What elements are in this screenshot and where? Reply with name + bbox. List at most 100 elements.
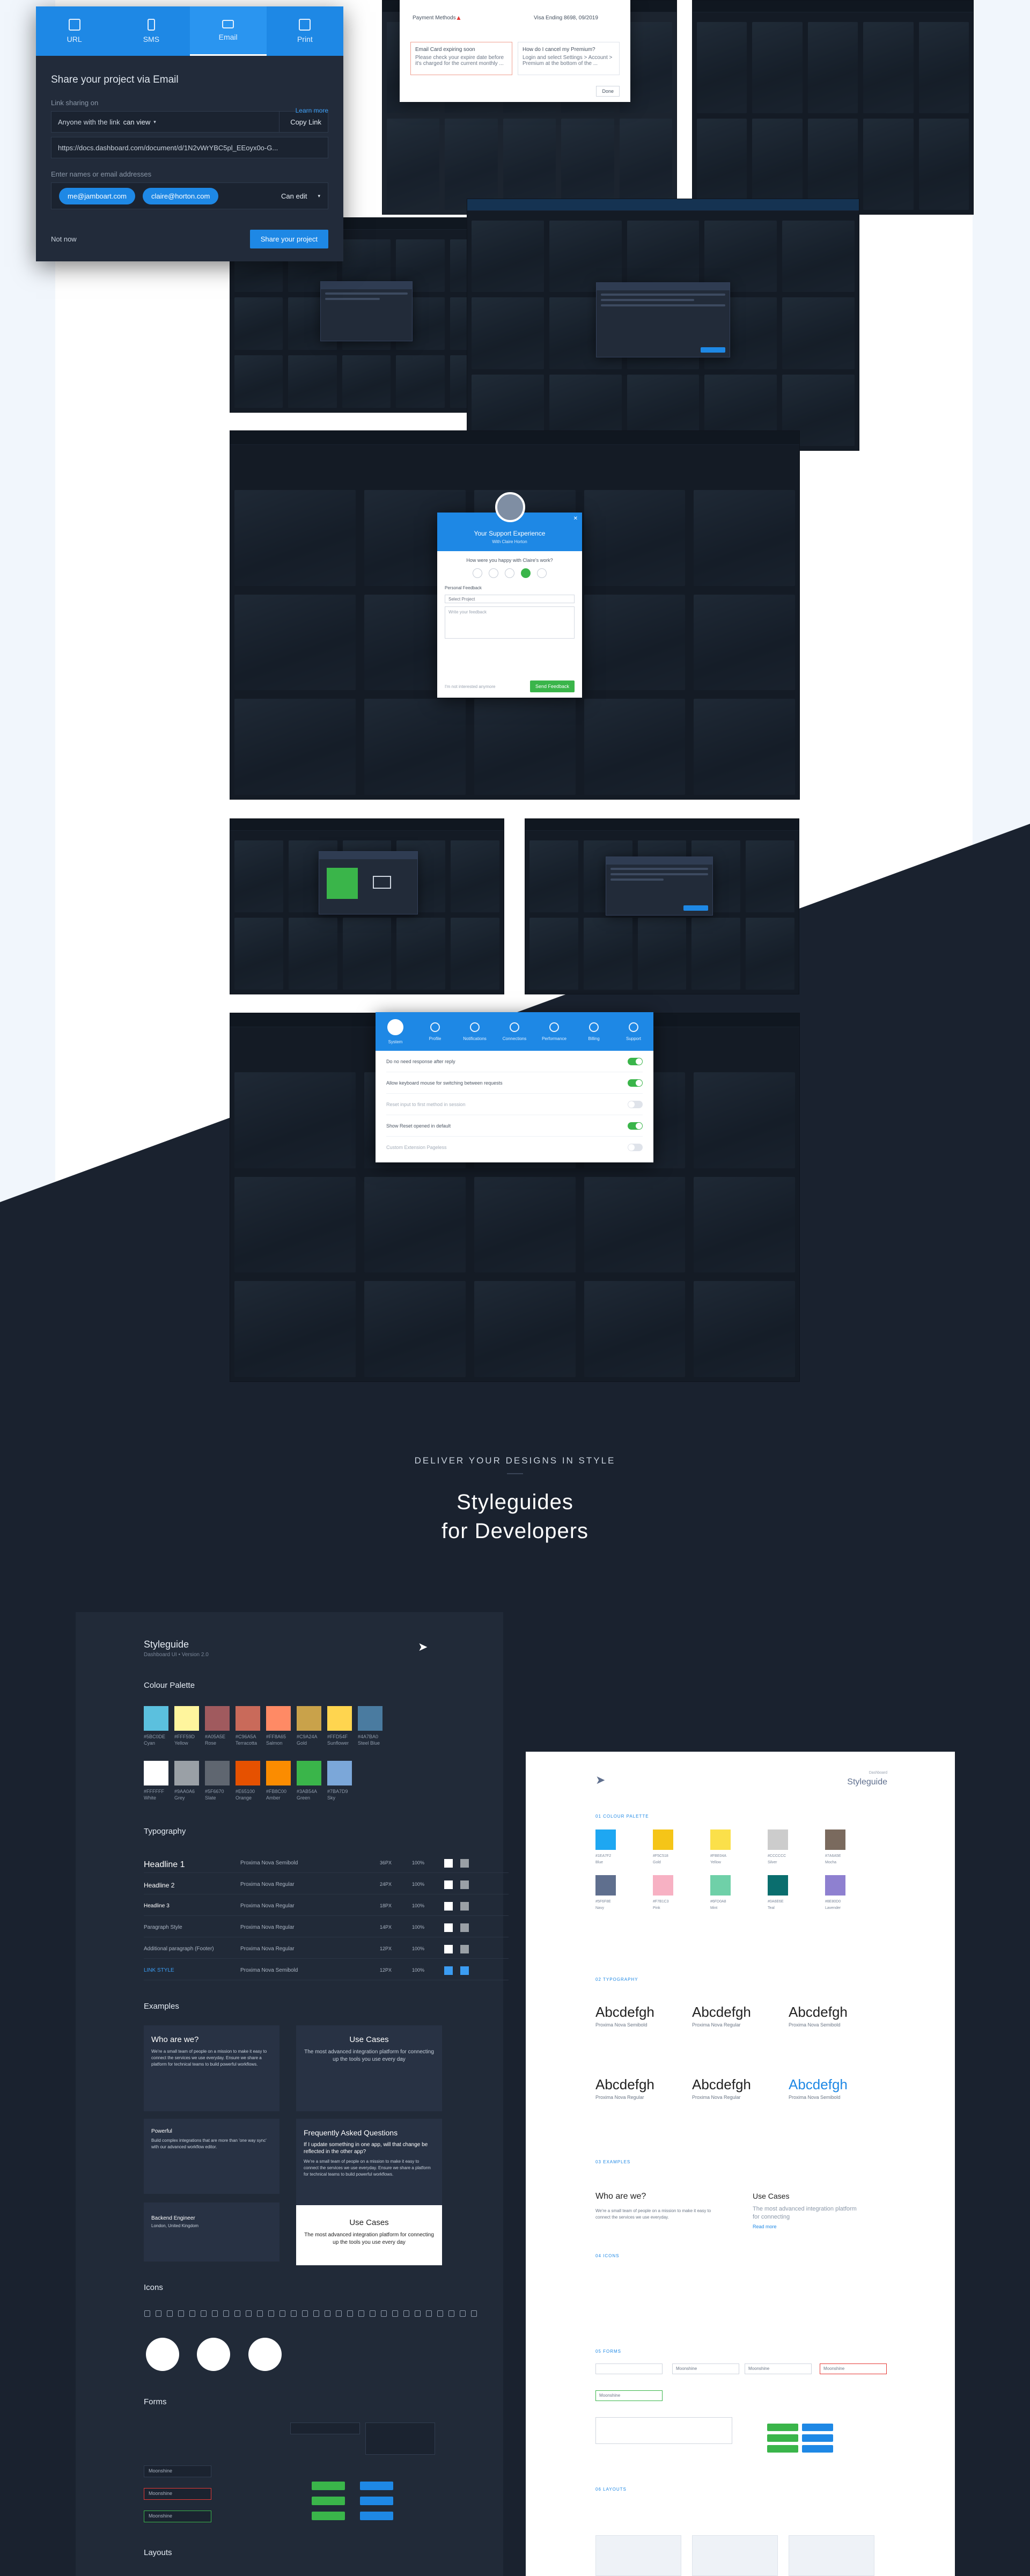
- example-card-who: Who are we? We're a small team of people…: [144, 2025, 279, 2111]
- example-card-powerful: Powerful Build complex integrations that…: [144, 2119, 279, 2194]
- form-field[interactable]: [595, 2363, 663, 2374]
- swatch-name: Silver: [768, 1861, 777, 1864]
- file-icon: [257, 2310, 263, 2317]
- survey-question: How were you happy with Claire's work?: [466, 558, 553, 563]
- green-button[interactable]: [767, 2434, 798, 2442]
- rating-option-selected[interactable]: [521, 568, 531, 578]
- blue-button[interactable]: [360, 2482, 393, 2490]
- type-font: Proxima Nova Regular: [240, 1924, 295, 1930]
- setting-row: Reset input to first method in session: [386, 1094, 643, 1115]
- learn-more-link[interactable]: Learn more: [296, 107, 328, 114]
- star-icon: [325, 2310, 330, 2317]
- icon-grid: [144, 2310, 477, 2318]
- tab-system[interactable]: System: [376, 1012, 415, 1051]
- blue-button[interactable]: [802, 2445, 833, 2453]
- tab-url[interactable]: URL: [36, 6, 113, 56]
- form-field[interactable]: Moonshine: [144, 2488, 211, 2500]
- card-text: We're a small team of people on a missio…: [151, 2049, 267, 2067]
- form-field[interactable]: Moonshine: [595, 2390, 663, 2401]
- form-field[interactable]: Moonshine: [820, 2363, 887, 2374]
- close-icon[interactable]: ✕: [573, 516, 578, 522]
- green-button[interactable]: [312, 2482, 345, 2490]
- color-chip: [460, 1966, 469, 1975]
- swatch-hex: #6FD0A8: [710, 1900, 726, 1904]
- email-chip[interactable]: claire@horton.com: [143, 187, 219, 204]
- swatch-hex: #CCCCCC: [768, 1854, 786, 1858]
- type-font: Proxima Nova Semibold: [240, 1967, 298, 1973]
- color-swatch: [174, 1761, 199, 1785]
- form-field[interactable]: Moonshine: [672, 2363, 739, 2374]
- share-project-button[interactable]: Share your project: [249, 230, 328, 248]
- form-field[interactable]: Moonshine: [144, 2511, 211, 2522]
- rating-option[interactable]: [489, 568, 498, 578]
- done-button[interactable]: Done: [596, 86, 620, 97]
- color-swatch: [595, 1829, 616, 1850]
- blue-button[interactable]: [802, 2424, 833, 2431]
- rating-option[interactable]: [473, 568, 482, 578]
- form-field[interactable]: [595, 2417, 732, 2444]
- chevron-down-icon: ▾: [153, 119, 156, 125]
- toggle-switch[interactable]: [628, 1057, 643, 1065]
- green-button[interactable]: [312, 2512, 345, 2520]
- type-font: Proxima Nova Semibold: [789, 2022, 841, 2028]
- toggle-switch[interactable]: [628, 1122, 643, 1130]
- settings-tabs: System Profile Notifications Connections…: [376, 1012, 653, 1051]
- link-permission-row: Anyone with the link can view ▾ Copy Lin…: [51, 111, 328, 133]
- tab-email[interactable]: Email: [189, 6, 267, 56]
- blue-button[interactable]: [360, 2497, 393, 2505]
- tab-sms[interactable]: SMS: [113, 6, 189, 56]
- light-styleguide: ➤ Dashboard Styleguide 01 COLOUR PALETTE…: [526, 1752, 955, 2576]
- emails-label: Enter names or email addresses: [51, 170, 152, 178]
- section-label: 05 FORMS: [595, 2349, 622, 2354]
- tab-print[interactable]: Print: [267, 6, 343, 56]
- permission-dropdown[interactable]: can view: [123, 118, 151, 126]
- rating-option[interactable]: [505, 568, 514, 578]
- form-field[interactable]: [290, 2423, 360, 2434]
- share-url-field[interactable]: https://docs.dashboard.com/document/d/1N…: [51, 137, 328, 158]
- green-button[interactable]: [767, 2424, 798, 2431]
- share-title: Share your project via Email: [51, 74, 179, 85]
- swatch-name: Cyan: [144, 1740, 156, 1746]
- rating-option[interactable]: [537, 568, 547, 578]
- swatch-name: Pink: [653, 1906, 660, 1910]
- not-now-button[interactable]: Not now: [51, 235, 77, 243]
- green-button[interactable]: [312, 2497, 345, 2505]
- paper-plane-icon: ➤: [595, 1773, 606, 1787]
- section-eyebrow: DELIVER YOUR DESIGNS IN STYLE: [414, 1455, 616, 1466]
- blue-button[interactable]: [802, 2434, 833, 2442]
- color-swatch: [144, 1761, 168, 1785]
- green-button[interactable]: [767, 2445, 798, 2453]
- toggle-switch[interactable]: [628, 1144, 643, 1151]
- email-chip[interactable]: me@jamboart.com: [59, 187, 136, 204]
- form-field[interactable]: Moonshine: [745, 2363, 812, 2374]
- gear-icon: [178, 2310, 184, 2317]
- toggle-switch[interactable]: [628, 1100, 643, 1108]
- tab-billing[interactable]: Billing: [574, 1012, 614, 1051]
- feedback-textarea[interactable]: Write your feedback: [445, 606, 575, 639]
- chip-permission-dropdown[interactable]: Can edit: [281, 192, 307, 200]
- tab-support[interactable]: Support: [614, 1012, 653, 1051]
- copy-link-button[interactable]: Copy Link: [279, 112, 321, 132]
- payment-option[interactable]: Visa Ending 8698, 09/2019: [534, 15, 598, 21]
- type-sample: Abcdefgh: [595, 2004, 654, 2020]
- form-field[interactable]: [365, 2423, 435, 2455]
- blue-button[interactable]: [360, 2512, 393, 2520]
- email-chips-input[interactable]: me@jamboart.com claire@horton.com Can ed…: [51, 182, 328, 209]
- swatch-name: Amber: [266, 1795, 281, 1801]
- setting-label: Allow keyboard mouse for switching betwe…: [386, 1080, 503, 1086]
- tab-connections[interactable]: Connections: [495, 1012, 534, 1051]
- chart-icon: [234, 2310, 240, 2317]
- tab-notifications[interactable]: Notifications: [455, 1012, 495, 1051]
- form-field[interactable]: Moonshine: [144, 2465, 211, 2477]
- tab-performance[interactable]: Performance: [534, 1012, 574, 1051]
- project-select[interactable]: Select Project: [445, 595, 575, 603]
- skip-link[interactable]: I'm not interested anymore: [445, 684, 495, 689]
- color-swatch: [653, 1875, 673, 1896]
- chevron-down-icon: ▾: [318, 193, 320, 199]
- lock-icon: [291, 2310, 297, 2317]
- tab-profile[interactable]: Profile: [415, 1012, 455, 1051]
- type-style: Headline 2: [144, 1882, 175, 1889]
- toggle-switch[interactable]: [628, 1079, 643, 1087]
- send-feedback-button[interactable]: Send Feedback: [529, 680, 575, 692]
- read-more-link[interactable]: Read more: [753, 2224, 777, 2229]
